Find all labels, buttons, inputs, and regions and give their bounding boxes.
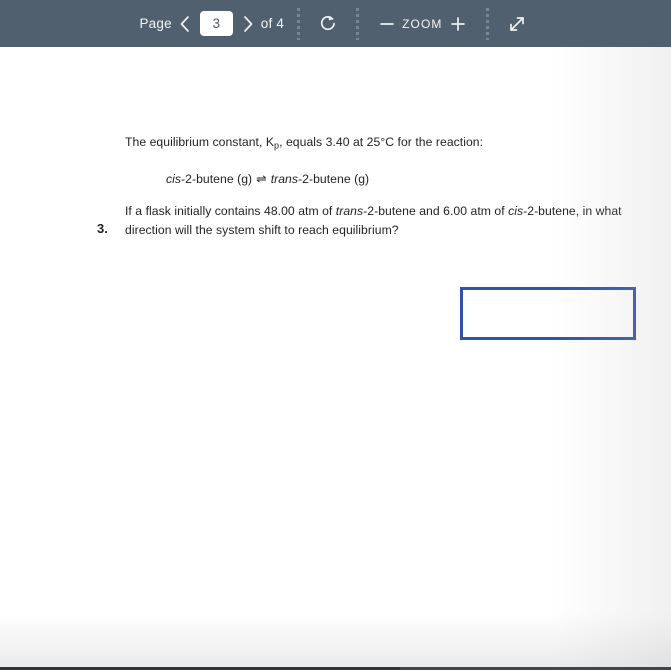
page-navigation-group: Page of 4	[139, 9, 284, 39]
toolbar-divider-3	[485, 7, 489, 40]
plus-icon	[449, 15, 467, 33]
toolbar-divider-2	[356, 7, 360, 40]
zoom-controls-group: ZOOM	[372, 9, 472, 39]
minus-icon	[378, 15, 396, 33]
toolbar-divider-1	[297, 7, 301, 40]
question-number: 3.	[97, 221, 108, 236]
rotate-page-button[interactable]	[313, 9, 343, 39]
question-line1-trans: trans	[335, 204, 364, 218]
zoom-out-button[interactable]	[372, 9, 402, 39]
zoom-in-button[interactable]	[443, 9, 473, 39]
answer-input-box[interactable]	[460, 287, 636, 340]
rotate-clockwise-icon	[318, 13, 338, 34]
equilibrium-constant-statement: The equilibrium constant, Kp, equals 3.4…	[125, 133, 483, 156]
zoom-label: ZOOM	[402, 16, 443, 31]
chevron-left-icon	[178, 14, 192, 34]
question-text: If a flask initially contains 48.00 atm …	[125, 202, 645, 240]
reaction-equation: cis-2-butene (g) ⇌ trans-2-butene (g)	[166, 170, 369, 189]
next-page-button[interactable]	[235, 9, 261, 39]
fullscreen-button[interactable]	[502, 9, 532, 39]
pdf-viewer-toolbar: Page of 4	[0, 0, 671, 47]
reactant-prefix: cis	[166, 172, 182, 186]
product-rest: -2-butene (g)	[298, 172, 370, 186]
page-label: Page	[139, 16, 172, 31]
document-page: The equilibrium constant, Kp, equals 3.4…	[0, 47, 671, 667]
chevron-right-icon	[241, 14, 255, 34]
question-line-1: If a flask initially contains 48.00 atm …	[125, 202, 645, 221]
previous-page-button[interactable]	[172, 9, 198, 39]
page-right-shadow	[551, 47, 671, 667]
product-prefix: trans	[270, 172, 299, 186]
question-line1-b: -2-butene and 6.00 atm of	[363, 204, 509, 218]
question-line1-cis: cis	[508, 204, 524, 218]
page-bottom-shadow	[0, 612, 671, 667]
total-pages-label: of 4	[260, 16, 285, 31]
equilibrium-arrow-icon: ⇌	[256, 172, 267, 186]
expand-diagonal-icon	[507, 14, 527, 34]
question-line1-c: -2-butene, in what	[523, 204, 622, 218]
page-number-input[interactable]	[199, 11, 233, 36]
reactant-rest: -2-butene (g)	[181, 172, 253, 186]
stem-text-part1: The equilibrium constant, K	[125, 135, 275, 149]
question-line-2: direction will the system shift to reach…	[125, 223, 399, 237]
question-line1-a: If a flask initially contains 48.00 atm …	[125, 204, 336, 218]
stem-text-part2: , equals 3.40 at 25°C for the reaction:	[279, 135, 484, 149]
